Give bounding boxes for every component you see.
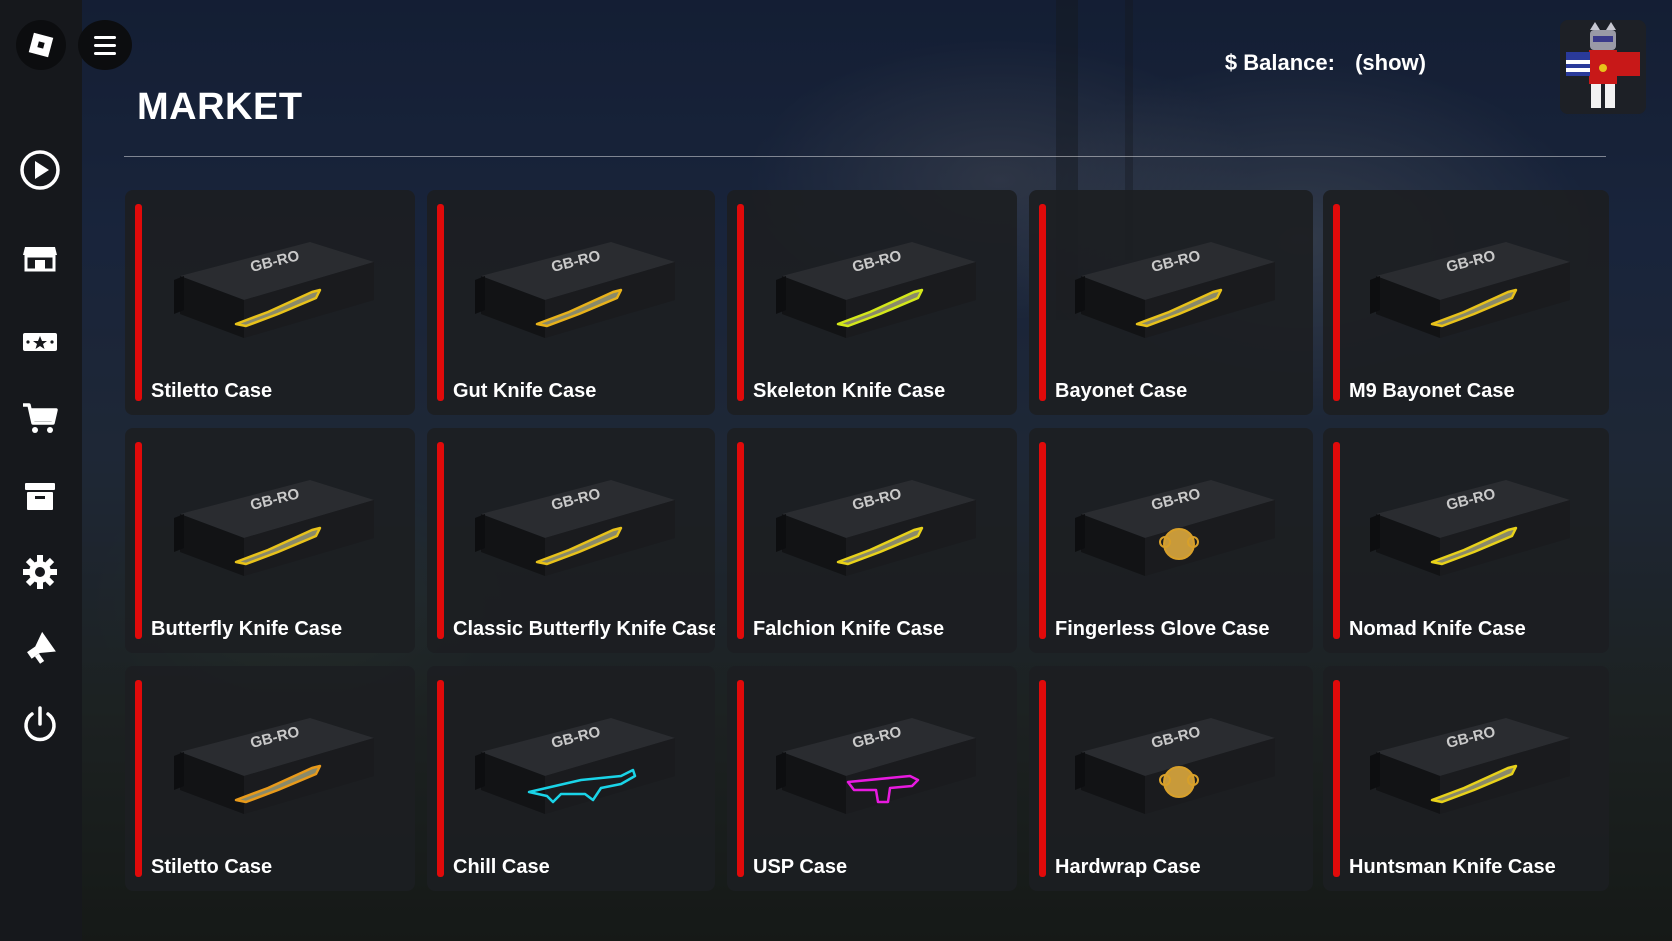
case-card[interactable]: GB-RO Stiletto Case [125, 666, 415, 891]
case-card[interactable]: GB-RO Classic Butterfly Knife Case [427, 428, 715, 653]
case-image: GB-RO [1356, 214, 1576, 344]
case-rarity-bar [135, 442, 142, 639]
avatar-image [1560, 20, 1646, 114]
sidebar-item-power[interactable] [16, 700, 64, 748]
case-image: GB-RO [762, 214, 982, 344]
cart-icon [23, 403, 58, 433]
case-rarity-bar [437, 442, 444, 639]
sidebar [0, 0, 82, 941]
case-rarity-bar [1333, 442, 1340, 639]
case-card[interactable]: GB-RO Nomad Knife Case [1323, 428, 1609, 653]
menu-line [94, 43, 116, 47]
case-rarity-bar [1039, 680, 1046, 877]
case-rarity-bar [1039, 204, 1046, 401]
case-rarity-bar [1333, 680, 1340, 877]
case-card[interactable]: GB-RO Skeleton Knife Case [727, 190, 1017, 415]
case-name: Hardwrap Case [1055, 856, 1201, 878]
case-image: GB-RO [461, 690, 681, 820]
case-image: GB-RO [461, 214, 681, 344]
megaphone-icon [27, 631, 56, 664]
case-rarity-bar [737, 442, 744, 639]
case-name: Nomad Knife Case [1349, 618, 1526, 640]
case-rarity-bar [135, 204, 142, 401]
sidebar-item-announcements[interactable] [16, 624, 64, 672]
case-name: Chill Case [453, 856, 550, 878]
case-name: Huntsman Knife Case [1349, 856, 1556, 878]
sidebar-item-tickets[interactable] [16, 318, 64, 366]
case-name: USP Case [753, 856, 848, 878]
case-image: GB-RO [1356, 690, 1576, 820]
case-card[interactable]: GB-RO Stiletto Case [125, 190, 415, 415]
gear-icon [23, 555, 57, 589]
case-name: Skeleton Knife Case [753, 380, 946, 402]
sidebar-item-inventory[interactable] [16, 472, 64, 520]
case-image: GB-RO [160, 452, 380, 582]
ticket-icon [23, 333, 57, 351]
case-rarity-bar [135, 680, 142, 877]
case-name: Bayonet Case [1055, 380, 1188, 402]
balance-label: $ Balance: [1224, 50, 1335, 75]
case-card[interactable]: GB-RO Chill Case [427, 666, 715, 891]
case-name: Stiletto Case [151, 856, 273, 878]
store-icon [23, 247, 57, 272]
case-rarity-bar [737, 204, 744, 401]
sidebar-item-cart[interactable] [16, 394, 64, 442]
balance-display: $ Balance: (show) [1225, 50, 1426, 76]
case-rarity-bar [437, 204, 444, 401]
roblox-logo-icon [28, 32, 54, 58]
page-title: MARKET [137, 86, 303, 128]
case-image: GB-RO [1061, 214, 1281, 344]
power-icon [24, 706, 56, 742]
menu-line [94, 51, 116, 55]
case-rarity-bar [437, 680, 444, 877]
case-name: Butterfly Knife Case [151, 618, 343, 640]
case-card[interactable]: GB-RO Fingerless Glove Case [1029, 428, 1313, 653]
case-card[interactable]: GB-RO Huntsman Knife Case [1323, 666, 1609, 891]
case-card[interactable]: GB-RO Gut Knife Case [427, 190, 715, 415]
case-name: Classic Butterfly Knife Case [453, 618, 715, 640]
case-card[interactable]: GB-RO Butterfly Knife Case [125, 428, 415, 653]
case-image: GB-RO [461, 452, 681, 582]
case-rarity-bar [737, 680, 744, 877]
case-image: GB-RO [762, 452, 982, 582]
sidebar-item-shop[interactable] [16, 234, 64, 282]
case-name: Falchion Knife Case [753, 618, 945, 640]
roblox-logo-button[interactable] [16, 20, 66, 70]
case-image: GB-RO [762, 690, 982, 820]
case-card[interactable]: GB-RO Bayonet Case [1029, 190, 1313, 415]
case-image: GB-RO [160, 690, 380, 820]
case-card[interactable]: GB-RO Falchion Knife Case [727, 428, 1017, 653]
case-rarity-bar [1333, 204, 1340, 401]
balance-show-toggle[interactable]: (show) [1355, 50, 1426, 75]
case-card[interactable]: GB-RO USP Case [727, 666, 1017, 891]
case-card[interactable]: GB-RO M9 Bayonet Case [1323, 190, 1609, 415]
case-image: GB-RO [1356, 452, 1576, 582]
hamburger-menu-button[interactable] [78, 20, 132, 70]
case-name: Stiletto Case [151, 380, 273, 402]
case-name: Gut Knife Case [453, 380, 597, 402]
case-image: GB-RO [160, 214, 380, 344]
case-name: Fingerless Glove Case [1055, 618, 1270, 640]
case-image: GB-RO [1061, 690, 1281, 820]
header-divider [124, 156, 1606, 157]
case-rarity-bar [1039, 442, 1046, 639]
play-icon [20, 150, 60, 190]
case-image: GB-RO [1061, 452, 1281, 582]
archive-icon [25, 483, 55, 510]
menu-line [94, 35, 116, 39]
sidebar-item-settings[interactable] [16, 548, 64, 596]
case-name: M9 Bayonet Case [1349, 380, 1515, 402]
sidebar-item-play[interactable] [16, 146, 64, 194]
case-card[interactable]: GB-RO Hardwrap Case [1029, 666, 1313, 891]
avatar[interactable] [1560, 20, 1646, 114]
